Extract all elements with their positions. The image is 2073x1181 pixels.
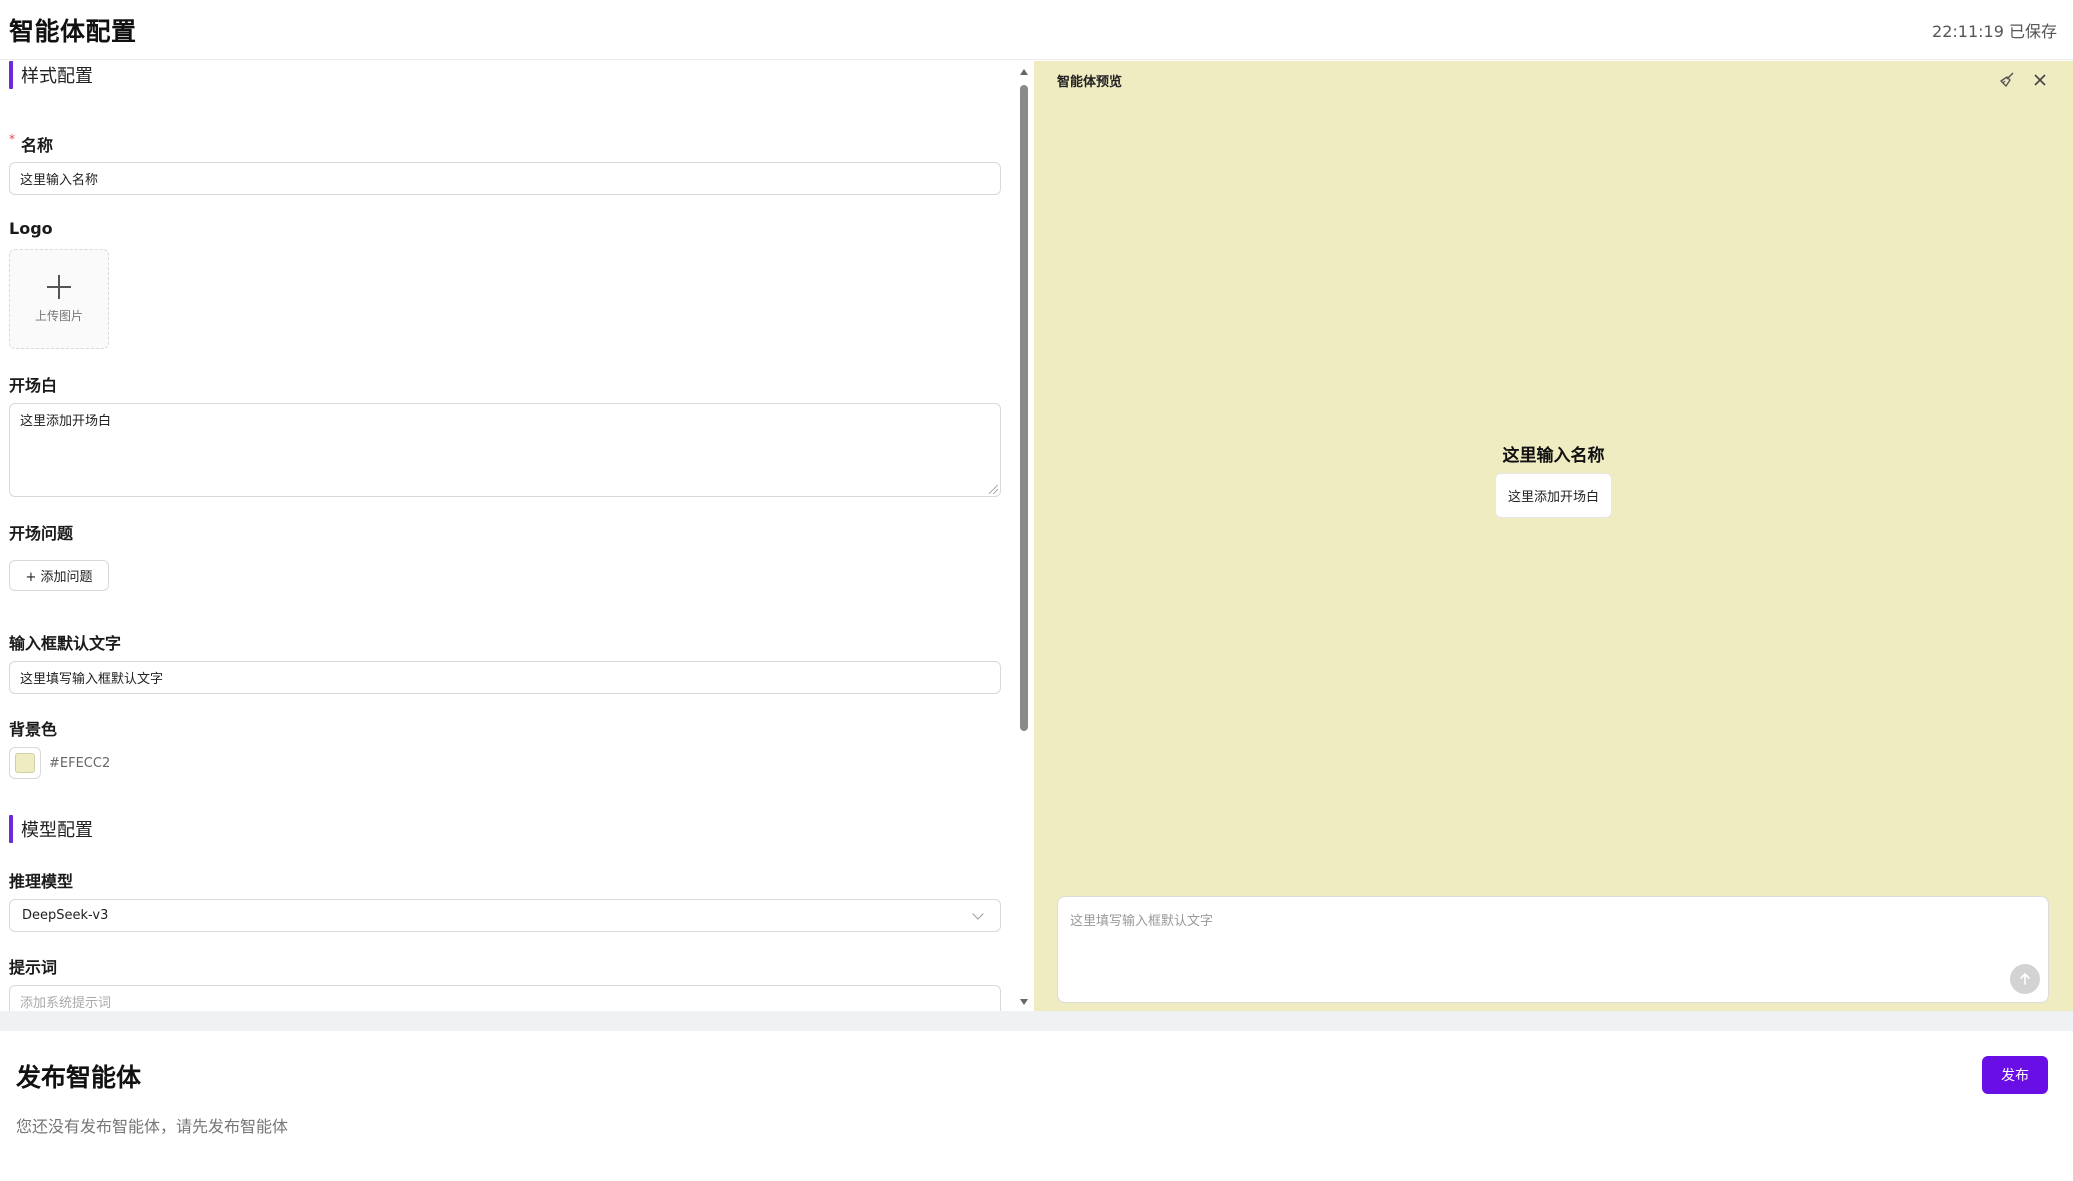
broom-icon[interactable] [1998, 71, 2016, 89]
page-title: 智能体配置 [9, 16, 137, 46]
publish-title: 发布智能体 [16, 1063, 142, 1092]
background-label: 背景色 [9, 720, 58, 739]
resize-grip-icon[interactable] [989, 485, 998, 494]
style-section-label: 样式配置 [21, 66, 93, 87]
name-label-text: 名称 [21, 136, 54, 155]
opening-textarea-value: 这里添加开场白 [20, 414, 112, 429]
model-select-value: DeepSeek-v3 [22, 908, 109, 923]
color-hex-value: #EFECC2 [49, 755, 111, 771]
placeholder-text-input[interactable]: 这里填写输入框默认文字 [9, 661, 1001, 694]
preview-opening-bubble: 这里添加开场白 [1494, 473, 1612, 518]
section-accent-bar [9, 815, 13, 843]
opening-label: 开场白 [9, 376, 58, 395]
model-select[interactable]: DeepSeek-v3 [9, 899, 1001, 932]
divider-band [0, 1011, 2073, 1031]
placeholder-text-label: 输入框默认文字 [9, 634, 122, 653]
chat-input-placeholder: 这里填写输入框默认文字 [1070, 914, 1214, 929]
color-picker: #EFECC2 [9, 747, 110, 779]
publish-description: 您还没有发布智能体，请先发布智能体 [16, 1117, 289, 1136]
preview-pane: 智能体预览 这里输入名称 这里添加开场白 这里填写输入框默认文字 [1034, 61, 2073, 1011]
style-section-title: 样式配置 [9, 61, 93, 89]
add-question-button[interactable]: + 添加问题 [9, 560, 109, 591]
welcome-block: 这里输入名称 这里添加开场白 [1034, 441, 2073, 518]
preview-chat-input[interactable]: 这里填写输入框默认文字 [1057, 896, 2049, 1003]
config-pane: 样式配置 * 名称 这里输入名称 Logo 上传图片 开场白 这里添加开场白 开场… [0, 61, 1032, 1011]
upload-text: 上传图片 [34, 308, 83, 323]
publish-button[interactable]: 发布 [1982, 1056, 2048, 1094]
questions-label: 开场问题 [9, 524, 74, 543]
color-swatch-fill [15, 753, 35, 773]
scroll-up-arrow-icon[interactable] [1020, 69, 1028, 75]
prompt-input[interactable]: 添加系统提示词 [9, 985, 1001, 1011]
chevron-down-icon [972, 907, 984, 920]
send-button[interactable] [2010, 964, 2040, 994]
name-input[interactable]: 这里输入名称 [9, 162, 1001, 195]
model-label: 推理模型 [9, 872, 74, 891]
arrow-up-icon [2020, 973, 2030, 985]
scroll-down-arrow-icon[interactable] [1020, 999, 1028, 1005]
plus-icon [47, 274, 71, 299]
opening-textarea[interactable]: 这里添加开场白 [9, 403, 1001, 497]
name-label: * 名称 [9, 132, 53, 156]
section-accent-bar [9, 61, 13, 89]
model-section-title: 模型配置 [9, 815, 93, 843]
required-marker: * [9, 132, 15, 146]
model-section-label: 模型配置 [21, 820, 93, 841]
prompt-label: 提示词 [9, 958, 58, 977]
save-status: 22:11:19 已保存 [1932, 21, 2057, 41]
color-swatch[interactable] [9, 747, 41, 779]
scroll-thumb[interactable] [1020, 85, 1028, 731]
top-bar: 智能体配置 22:11:19 已保存 [0, 0, 2073, 60]
preview-agent-name: 这里输入名称 [1502, 446, 1605, 466]
logo-label: Logo [9, 219, 53, 238]
publish-section: 发布智能体 您还没有发布智能体，请先发布智能体 发布 [0, 1031, 2073, 1181]
config-scrollbar[interactable] [1017, 61, 1031, 1011]
preview-title: 智能体预览 [1057, 75, 1123, 90]
app-root: 智能体配置 22:11:19 已保存 样式配置 * 名称 这里输入名称 Logo … [0, 0, 2073, 1181]
logo-upload[interactable]: 上传图片 [9, 249, 109, 349]
close-icon[interactable] [2031, 71, 2049, 89]
